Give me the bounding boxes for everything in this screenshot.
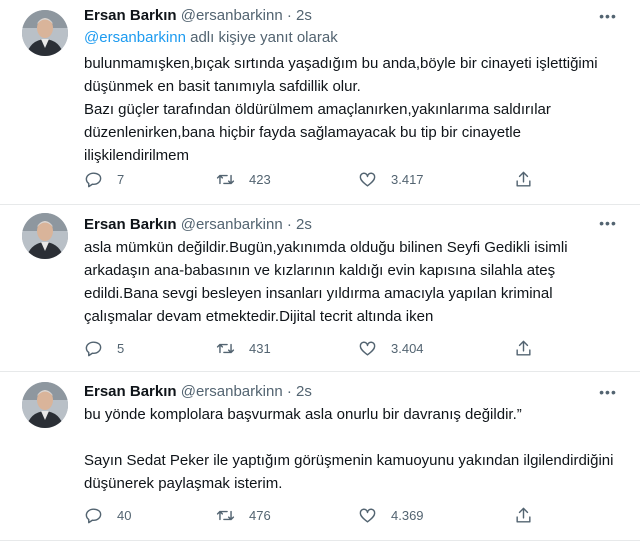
author-name[interactable]: Ersan Barkın bbox=[84, 7, 177, 24]
like-button[interactable]: 3.417 bbox=[358, 170, 424, 189]
share-icon bbox=[516, 171, 531, 187]
share-button[interactable] bbox=[514, 170, 547, 189]
like-count: 3.404 bbox=[391, 341, 424, 356]
reply-to-label: adlı kişiye yanıt olarak bbox=[185, 29, 338, 46]
timestamp[interactable]: 2s bbox=[296, 7, 312, 24]
author-name[interactable]: Ersan Barkın bbox=[84, 216, 177, 233]
tweet-divider bbox=[0, 540, 640, 541]
more-options-button[interactable]: ••• bbox=[596, 8, 620, 24]
reply-button[interactable]: 5 bbox=[84, 339, 124, 358]
retweet-button[interactable]: 476 bbox=[216, 506, 271, 525]
timestamp[interactable]: 2s bbox=[296, 383, 312, 400]
retweet-count: 476 bbox=[249, 508, 271, 523]
tweet-paragraph: bu yönde komplolara başvurmak asla onurl… bbox=[84, 406, 522, 423]
separator-dot: · bbox=[286, 7, 292, 24]
tweet[interactable]: Ersan Barkın @ersanbarkinn · 2s ••• asla… bbox=[0, 205, 640, 372]
reply-button[interactable]: 7 bbox=[84, 170, 124, 189]
like-button[interactable]: 3.404 bbox=[358, 339, 424, 358]
heart-icon bbox=[359, 172, 376, 187]
retweet-icon bbox=[216, 343, 235, 354]
separator-dot: · bbox=[286, 216, 292, 233]
retweet-count: 431 bbox=[249, 341, 271, 356]
more-horizontal-icon: ••• bbox=[599, 8, 617, 24]
replying-to: @ersanbarkinn adlı kişiye yanıt olarak bbox=[84, 28, 338, 48]
avatar[interactable] bbox=[22, 213, 68, 259]
author-handle[interactable]: @ersanbarkinn bbox=[181, 7, 283, 24]
retweet-button[interactable]: 431 bbox=[216, 339, 271, 358]
retweet-button[interactable]: 423 bbox=[216, 170, 271, 189]
tweet-paragraph: asla mümkün değildir.Bugün,yakınımda old… bbox=[84, 239, 568, 325]
author-name[interactable]: Ersan Barkın bbox=[84, 383, 177, 400]
tweet-actions: 5 431 3.404 bbox=[84, 339, 544, 359]
tweet-text: asla mümkün değildir.Bugün,yakınımda old… bbox=[84, 236, 624, 328]
retweet-count: 423 bbox=[249, 172, 271, 187]
reply-mention-link[interactable]: @ersanbarkinn bbox=[84, 29, 186, 46]
avatar[interactable] bbox=[22, 10, 68, 56]
author-handle[interactable]: @ersanbarkinn bbox=[181, 216, 283, 233]
share-icon bbox=[516, 507, 531, 523]
timestamp[interactable]: 2s bbox=[296, 216, 312, 233]
reply-count: 5 bbox=[117, 341, 125, 356]
retweet-icon bbox=[216, 510, 235, 521]
reply-icon bbox=[85, 508, 102, 524]
more-options-button[interactable]: ••• bbox=[596, 215, 620, 231]
tweet-thread: Ersan Barkın @ersanbarkinn · 2s ••• @ers… bbox=[0, 0, 640, 544]
tweet-header: Ersan Barkın @ersanbarkinn · 2s bbox=[84, 382, 312, 402]
share-button[interactable] bbox=[514, 339, 547, 358]
like-button[interactable]: 4.369 bbox=[358, 506, 424, 525]
reply-icon bbox=[85, 172, 102, 188]
author-handle[interactable]: @ersanbarkinn bbox=[181, 383, 283, 400]
like-count: 3.417 bbox=[391, 172, 424, 187]
reply-button[interactable]: 40 bbox=[84, 506, 131, 525]
share-button[interactable] bbox=[514, 506, 547, 525]
tweet-header: Ersan Barkın @ersanbarkinn · 2s bbox=[84, 6, 312, 26]
tweet-paragraph: Sayın Sedat Peker ile yaptığım görüşmeni… bbox=[84, 452, 614, 492]
share-icon bbox=[516, 340, 531, 356]
retweet-icon bbox=[216, 174, 235, 185]
avatar-photo-icon bbox=[22, 382, 68, 428]
more-options-button[interactable]: ••• bbox=[596, 384, 620, 400]
more-horizontal-icon: ••• bbox=[599, 384, 617, 400]
more-horizontal-icon: ••• bbox=[599, 215, 617, 231]
avatar-photo-icon bbox=[22, 213, 68, 259]
tweet[interactable]: Ersan Barkın @ersanbarkinn · 2s ••• bu y… bbox=[0, 372, 640, 544]
tweet-text: bulunmamışken,bıçak sırtında yaşadığım b… bbox=[84, 52, 624, 167]
tweet[interactable]: Ersan Barkın @ersanbarkinn · 2s ••• @ers… bbox=[0, 0, 640, 205]
tweet-actions: 7 423 3.417 bbox=[84, 170, 544, 190]
avatar-photo-icon bbox=[22, 10, 68, 56]
tweet-text: bu yönde komplolara başvurmak asla onurl… bbox=[84, 403, 624, 495]
avatar[interactable] bbox=[22, 382, 68, 428]
separator-dot: · bbox=[286, 383, 292, 400]
reply-count: 7 bbox=[117, 172, 125, 187]
reply-icon bbox=[85, 341, 102, 357]
tweet-paragraph: bulunmamışken,bıçak sırtında yaşadığım b… bbox=[84, 55, 598, 95]
reply-count: 40 bbox=[117, 508, 132, 523]
heart-icon bbox=[359, 508, 376, 523]
tweet-paragraph: Bazı güçler tarafından öldürülmem amaçla… bbox=[84, 101, 551, 164]
heart-icon bbox=[359, 341, 376, 356]
like-count: 4.369 bbox=[391, 508, 424, 523]
tweet-actions: 40 476 4.369 bbox=[84, 506, 544, 526]
tweet-header: Ersan Barkın @ersanbarkinn · 2s bbox=[84, 215, 312, 235]
